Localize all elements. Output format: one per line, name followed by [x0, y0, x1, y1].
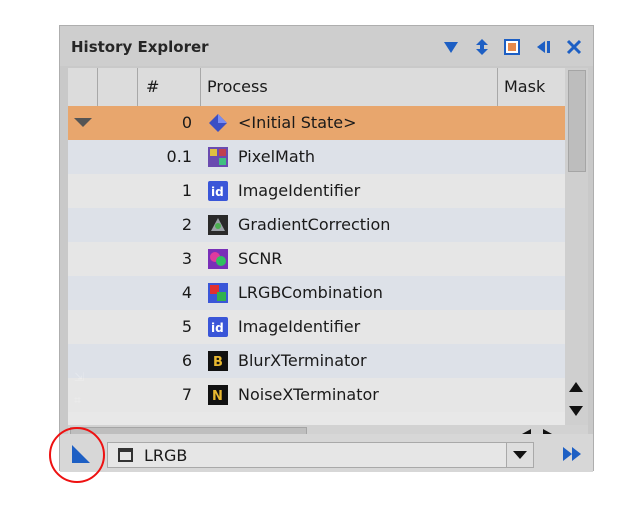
fast-forward-icon[interactable] — [562, 446, 582, 462]
panel-title: History Explorer — [71, 38, 209, 56]
row-process: LRGBCombination — [238, 283, 383, 302]
history-table: # Process Mask 0 <Initial State> 0.1 Pix… — [68, 68, 588, 425]
triangle-down-icon[interactable] — [442, 38, 460, 56]
ghost-frame-icon: ⌗ — [74, 393, 81, 407]
highlight-circle — [49, 427, 105, 483]
vertical-scrollbar[interactable] — [565, 68, 588, 425]
table-row[interactable]: 0 <Initial State> — [68, 106, 565, 140]
row-number: 6 — [181, 351, 192, 370]
title-bar: History Explorer — [60, 26, 593, 66]
row-number: 1 — [181, 181, 192, 200]
combo-dropdown-button[interactable] — [506, 443, 533, 467]
header-blank — [98, 68, 138, 106]
row-number: 5 — [181, 317, 192, 336]
row-number: 7 — [181, 385, 192, 404]
row-process: <Initial State> — [238, 113, 357, 132]
step-back-icon[interactable] — [534, 38, 552, 56]
row-number: 3 — [181, 249, 192, 268]
scroll-up-arrow-icon[interactable] — [568, 381, 584, 393]
close-icon[interactable] — [565, 38, 583, 56]
header-number[interactable]: # — [138, 68, 201, 106]
row-number: 2 — [181, 215, 192, 234]
row-process: ImageIdentifier — [238, 181, 361, 200]
table-row[interactable]: 6 B BlurXTerminator — [68, 344, 565, 378]
row-process: SCNR — [238, 249, 283, 268]
header-mask[interactable]: Mask — [498, 68, 565, 106]
ghost-arrow-icon: ⇲ — [74, 370, 85, 384]
vertical-scroll-thumb[interactable] — [568, 70, 586, 172]
row-process: GradientCorrection — [238, 215, 391, 234]
table-row[interactable]: 4 LRGBCombination — [68, 276, 565, 310]
history-explorer-panel: History Explorer # Process Mask 0 <Initi… — [59, 25, 594, 472]
combo-value: LRGB — [144, 446, 188, 465]
table-row[interactable]: 5 id ImageIdentifier — [68, 310, 565, 344]
table-row[interactable]: 2 GradientCorrection — [68, 208, 565, 242]
row-number: 4 — [181, 283, 192, 302]
image-selector-combo[interactable]: LRGB — [107, 442, 534, 468]
row-process: BlurXTerminator — [238, 351, 367, 370]
chevron-down-icon — [513, 451, 527, 459]
row-number: 0.1 — [166, 147, 192, 166]
header-process[interactable]: Process — [201, 68, 498, 106]
table-row[interactable]: 3 SCNR — [68, 242, 565, 276]
table-row[interactable]: 7 N NoiseXTerminator — [68, 378, 565, 412]
row-number: 0 — [181, 113, 192, 132]
scroll-down-arrow-icon[interactable] — [568, 405, 584, 417]
collapse-arrow-icon[interactable] — [74, 118, 92, 128]
header-expander — [68, 68, 98, 106]
up-down-arrows-icon[interactable] — [473, 38, 491, 56]
row-process: NoiseXTerminator — [238, 385, 379, 404]
table-row[interactable]: 0.1 PixelMath — [68, 140, 565, 174]
row-process: PixelMath — [238, 147, 316, 166]
box-icon[interactable] — [503, 38, 521, 56]
window-icon — [118, 448, 133, 462]
table-header: # Process Mask — [68, 68, 565, 107]
row-process: ImageIdentifier — [238, 317, 361, 336]
table-row[interactable]: 1 id ImageIdentifier — [68, 174, 565, 208]
footer-bar: LRGB — [60, 434, 593, 472]
